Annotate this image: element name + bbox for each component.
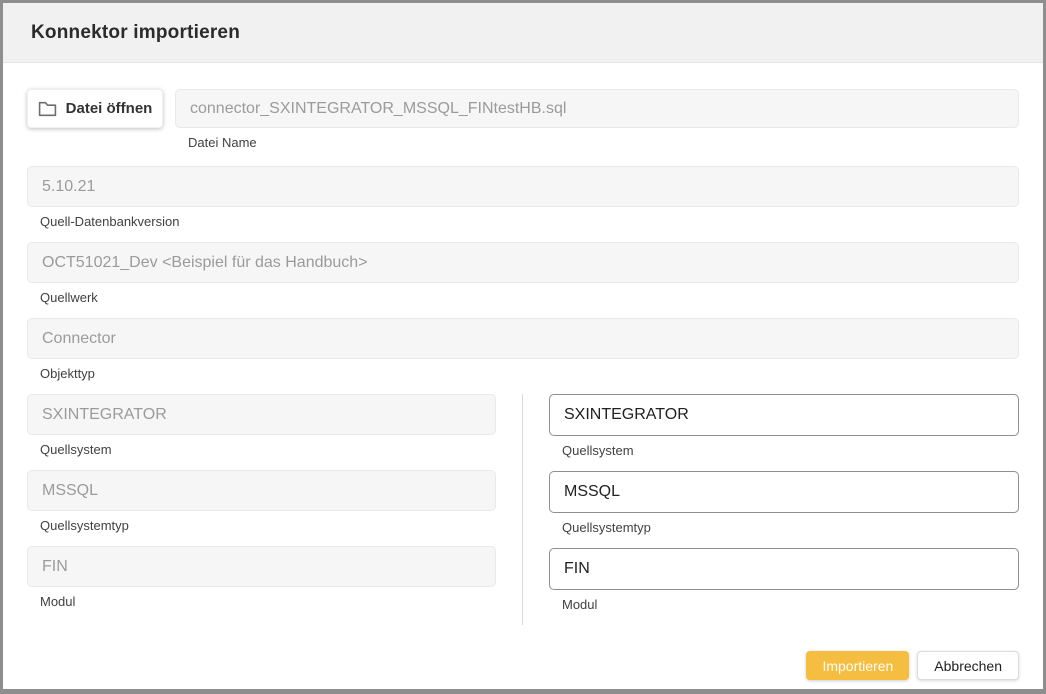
file-row: Datei öffnen connector_SXINTEGRATOR_MSSQ… — [27, 89, 1019, 150]
file-name-label: Datei Name — [188, 135, 1019, 150]
import-connector-dialog: Konnektor importieren Datei öffnen conne… — [0, 0, 1046, 694]
module-original-label: Modul — [40, 594, 496, 609]
source-db-version-field: 5.10.21 — [27, 166, 1019, 207]
source-db-version-label: Quell-Datenbankversion — [40, 214, 1019, 229]
dialog-footer: Importieren Abbrechen — [806, 651, 1019, 680]
open-file-button[interactable]: Datei öffnen — [27, 89, 163, 128]
source-system-type-input-label: Quellsystemtyp — [562, 520, 1019, 535]
source-system-original-label: Quellsystem — [40, 442, 496, 457]
dialog-title: Konnektor importieren — [31, 22, 240, 44]
source-system-type-input[interactable] — [549, 471, 1019, 513]
source-system-type-input-group: Quellsystemtyp — [549, 471, 1019, 535]
source-system-type-original-label: Quellsystemtyp — [40, 518, 496, 533]
source-plant-label: Quellwerk — [40, 290, 1019, 305]
source-plant-field: OCT51021_Dev <Beispiel für das Handbuch> — [27, 242, 1019, 283]
source-system-original-group: SXINTEGRATOR Quellsystem — [27, 394, 496, 457]
dialog-header: Konnektor importieren — [3, 3, 1043, 63]
module-input-label: Modul — [562, 597, 1019, 612]
column-divider — [522, 394, 523, 625]
source-system-input[interactable] — [549, 394, 1019, 436]
object-type-field: Connector — [27, 318, 1019, 359]
source-system-input-group: Quellsystem — [549, 394, 1019, 458]
module-input[interactable] — [549, 548, 1019, 590]
module-input-group: Modul — [549, 548, 1019, 612]
source-system-input-label: Quellsystem — [562, 443, 1019, 458]
open-file-button-label: Datei öffnen — [66, 100, 153, 117]
dialog-body: Datei öffnen connector_SXINTEGRATOR_MSSQ… — [3, 63, 1043, 625]
module-original-field: FIN — [27, 546, 496, 587]
source-system-type-original-group: MSSQL Quellsystemtyp — [27, 470, 496, 533]
mapping-columns: SXINTEGRATOR Quellsystem MSSQL Quellsyst… — [27, 394, 1019, 625]
source-plant-group: OCT51021_Dev <Beispiel für das Handbuch>… — [27, 242, 1019, 305]
folder-icon — [38, 101, 57, 117]
source-db-version-group: 5.10.21 Quell-Datenbankversion — [27, 166, 1019, 229]
module-original-group: FIN Modul — [27, 546, 496, 609]
object-type-label: Objekttyp — [40, 366, 1019, 381]
object-type-group: Connector Objekttyp — [27, 318, 1019, 381]
source-system-original-field: SXINTEGRATOR — [27, 394, 496, 435]
cancel-button[interactable]: Abbrechen — [917, 651, 1019, 680]
editable-values-column: Quellsystem Quellsystemtyp Modul — [549, 394, 1019, 625]
source-system-type-original-field: MSSQL — [27, 470, 496, 511]
original-values-column: SXINTEGRATOR Quellsystem MSSQL Quellsyst… — [27, 394, 496, 625]
file-name-field: connector_SXINTEGRATOR_MSSQL_FINtestHB.s… — [175, 89, 1019, 128]
file-name-group: connector_SXINTEGRATOR_MSSQL_FINtestHB.s… — [175, 89, 1019, 150]
import-button[interactable]: Importieren — [806, 651, 909, 680]
